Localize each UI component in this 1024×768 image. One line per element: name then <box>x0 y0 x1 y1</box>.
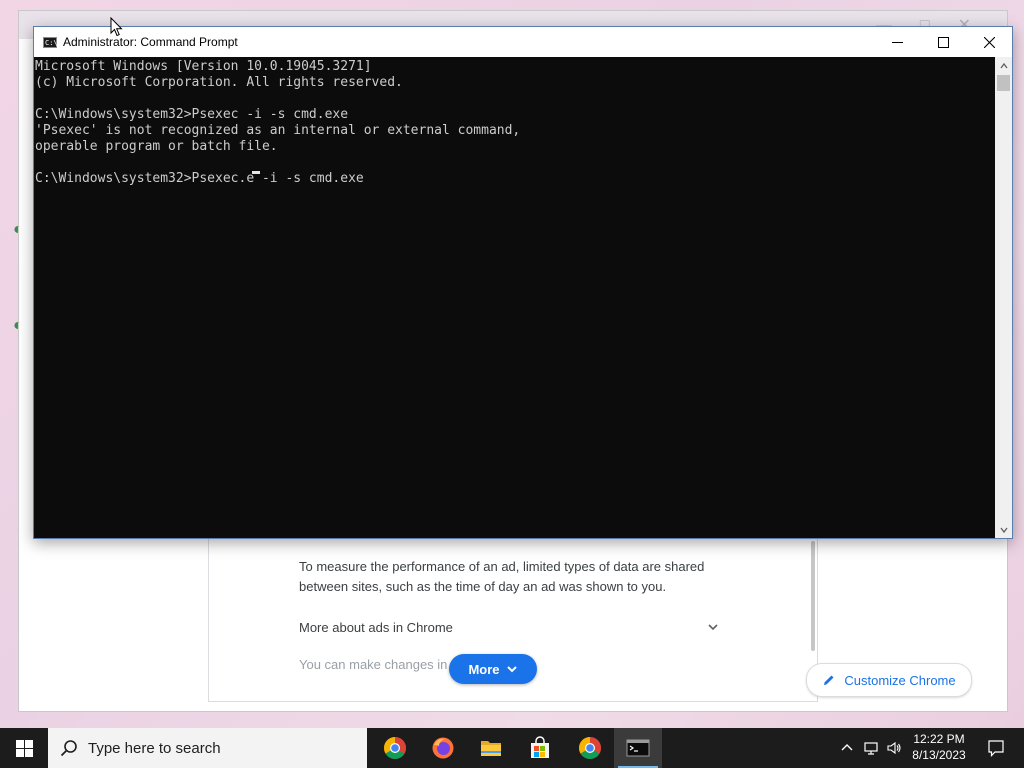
console-output[interactable]: Microsoft Windows [Version 10.0.19045.32… <box>34 57 995 538</box>
arrow-down-icon <box>999 527 1008 533</box>
close-button[interactable] <box>966 27 1012 57</box>
chrome-icon <box>384 737 406 759</box>
chrome-icon <box>579 737 601 759</box>
arrow-up-icon <box>999 62 1008 68</box>
command-prompt-window[interactable]: C:\ Administrator: Command Prompt Micros… <box>33 26 1013 539</box>
customize-chrome-label: Customize Chrome <box>844 672 956 688</box>
console-line: 'Psexec' is not recognized as an interna… <box>35 123 521 138</box>
pencil-icon <box>824 675 834 685</box>
action-center-button[interactable] <box>978 728 1014 768</box>
taskbar-firefox-button[interactable] <box>419 728 467 768</box>
windows-logo-icon <box>15 739 33 757</box>
taskbar: Type here to search 12:22 PM 8/13/2023 <box>0 728 1024 768</box>
taskbar-search-box[interactable]: Type here to search <box>48 728 367 768</box>
start-button[interactable] <box>0 728 48 768</box>
more-about-ads-row[interactable]: More about ads in Chrome <box>299 617 719 639</box>
taskbar-store-button[interactable] <box>516 728 564 768</box>
chevron-up-icon <box>841 744 853 751</box>
more-about-ads-label: More about ads in Chrome <box>299 620 453 635</box>
file-explorer-icon <box>481 741 501 756</box>
more-button[interactable]: More <box>449 654 537 684</box>
cmd-titlebar[interactable]: C:\ Administrator: Command Prompt <box>34 27 1012 57</box>
search-icon <box>60 740 77 757</box>
close-icon <box>983 36 995 48</box>
minimize-button[interactable] <box>874 27 920 57</box>
maximize-button[interactable] <box>920 27 966 57</box>
console-command-text: C:\Windows\system32>Psexec.e -i -s cmd.e… <box>35 171 364 186</box>
taskbar-cmd-button[interactable] <box>614 728 662 768</box>
chevron-down-icon <box>707 617 719 639</box>
firefox-icon <box>432 737 454 759</box>
clock-time: 12:22 PM <box>913 732 965 746</box>
network-status-button[interactable] <box>860 728 882 768</box>
mouse-pointer-icon <box>110 17 123 37</box>
console-line: Microsoft Windows [Version 10.0.19045.32… <box>35 59 372 74</box>
vertical-scrollbar[interactable] <box>995 57 1012 538</box>
customize-chrome-button[interactable]: Customize Chrome <box>806 663 972 697</box>
command-prompt-icon: C:\ <box>43 37 58 48</box>
show-hidden-icons-button[interactable] <box>838 728 856 768</box>
microsoft-store-icon <box>531 736 549 758</box>
text-cursor <box>252 171 260 174</box>
clock-date: 8/13/2023 <box>912 748 966 762</box>
window-title: Administrator: Command Prompt <box>63 35 238 49</box>
panel-scrollbar[interactable] <box>811 541 815 651</box>
scroll-thumb[interactable] <box>997 75 1010 91</box>
network-icon <box>864 742 878 755</box>
command-prompt-icon <box>626 739 650 757</box>
console-line: (c) Microsoft Corporation. All rights re… <box>35 75 403 90</box>
minimize-icon <box>891 41 903 43</box>
notification-icon <box>988 740 1004 757</box>
taskbar-file-explorer-button[interactable] <box>467 728 515 768</box>
console-line: C:\Windows\system32>Psexec -i -s cmd.exe <box>35 107 349 122</box>
more-button-label: More <box>468 661 500 677</box>
taskbar-clock[interactable]: 12:22 PM 8/13/2023 <box>903 731 975 763</box>
search-placeholder: Type here to search <box>88 739 221 757</box>
maximize-icon <box>937 36 949 48</box>
taskbar-chrome-button-2[interactable] <box>566 728 614 768</box>
speaker-icon <box>887 741 901 755</box>
scroll-up-button[interactable] <box>995 57 1012 74</box>
ads-measurement-text: To measure the performance of an ad, lim… <box>299 559 705 594</box>
side-icon: ◐ <box>13 317 23 334</box>
console-input-line[interactable]: C:\Windows\system32>Psexec.e -i -s cmd.e… <box>35 171 995 187</box>
chevron-down-icon <box>506 666 517 673</box>
side-icon: ◐ <box>13 221 23 238</box>
taskbar-chrome-button[interactable] <box>371 728 419 768</box>
console-line: operable program or batch file. <box>35 139 278 154</box>
volume-button[interactable] <box>884 728 904 768</box>
scroll-down-button[interactable] <box>995 521 1012 538</box>
